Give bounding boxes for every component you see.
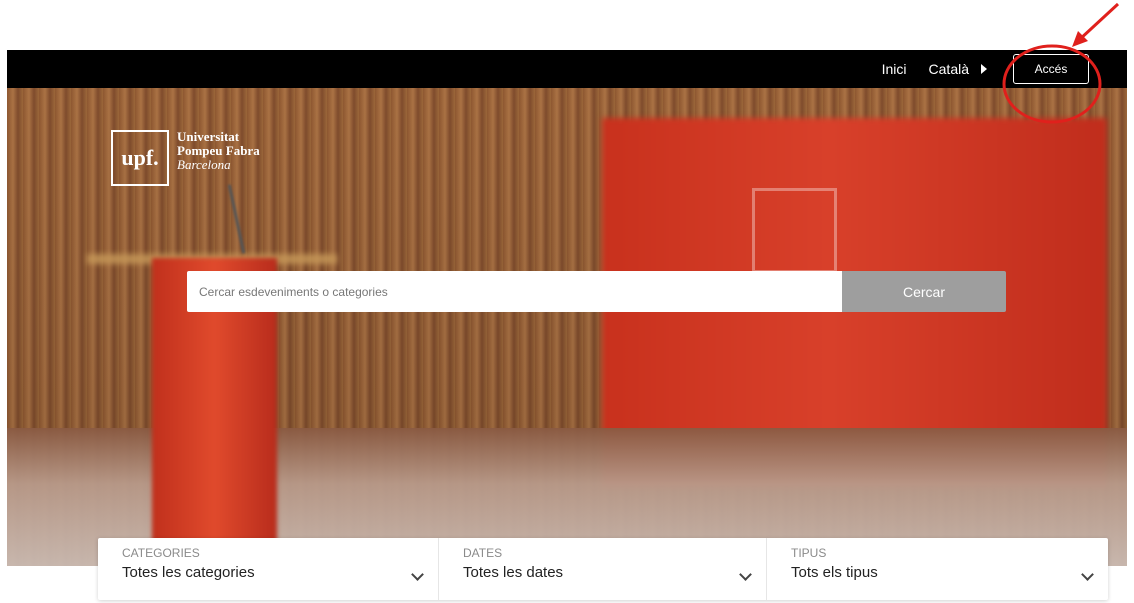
filter-value: Totes les dates [463,564,564,581]
filter-value: Totes les categories [122,564,255,581]
arrow-icon [1077,2,1120,42]
filter-label: CATEGORIES [122,546,200,560]
language-selector[interactable]: Català [929,61,987,77]
upf-logo-mark: upf. [111,130,169,186]
filter-label: TIPUS [791,546,827,560]
caret-right-icon [981,64,987,74]
filter-type[interactable]: TIPUS Tots els tipus [767,538,1108,600]
hero-background-logo [752,188,837,273]
arrow-head-icon [1072,31,1088,47]
filter-dates[interactable]: DATES Totes les dates [439,538,767,600]
search-input[interactable] [187,271,842,312]
filter-value: Tots els tipus [791,564,878,581]
logo-line-2: Pompeu Fabra [177,143,260,158]
access-button[interactable]: Accés [1013,54,1089,84]
filter-label: DATES [463,546,503,560]
filter-bar: CATEGORIES Totes les categories DATES To… [98,538,1108,600]
microphone-image [227,184,246,254]
upf-logo-text: Universitat Pompeu Fabra Barcelona [177,130,260,172]
hero-banner: upf. Universitat Pompeu Fabra Barcelona [7,88,1127,566]
logo-line-3: Barcelona [177,157,231,172]
search-button[interactable]: Cercar [842,271,1006,312]
top-navigation-bar: Inici Català Accés [7,50,1127,88]
upf-logo[interactable]: upf. Universitat Pompeu Fabra Barcelona [111,130,260,186]
logo-line-1: Universitat [177,129,240,144]
filter-categories[interactable]: CATEGORIES Totes les categories [98,538,439,600]
home-link[interactable]: Inici [882,61,907,77]
language-label: Català [928,61,969,77]
search-bar: Cercar [187,271,1006,312]
